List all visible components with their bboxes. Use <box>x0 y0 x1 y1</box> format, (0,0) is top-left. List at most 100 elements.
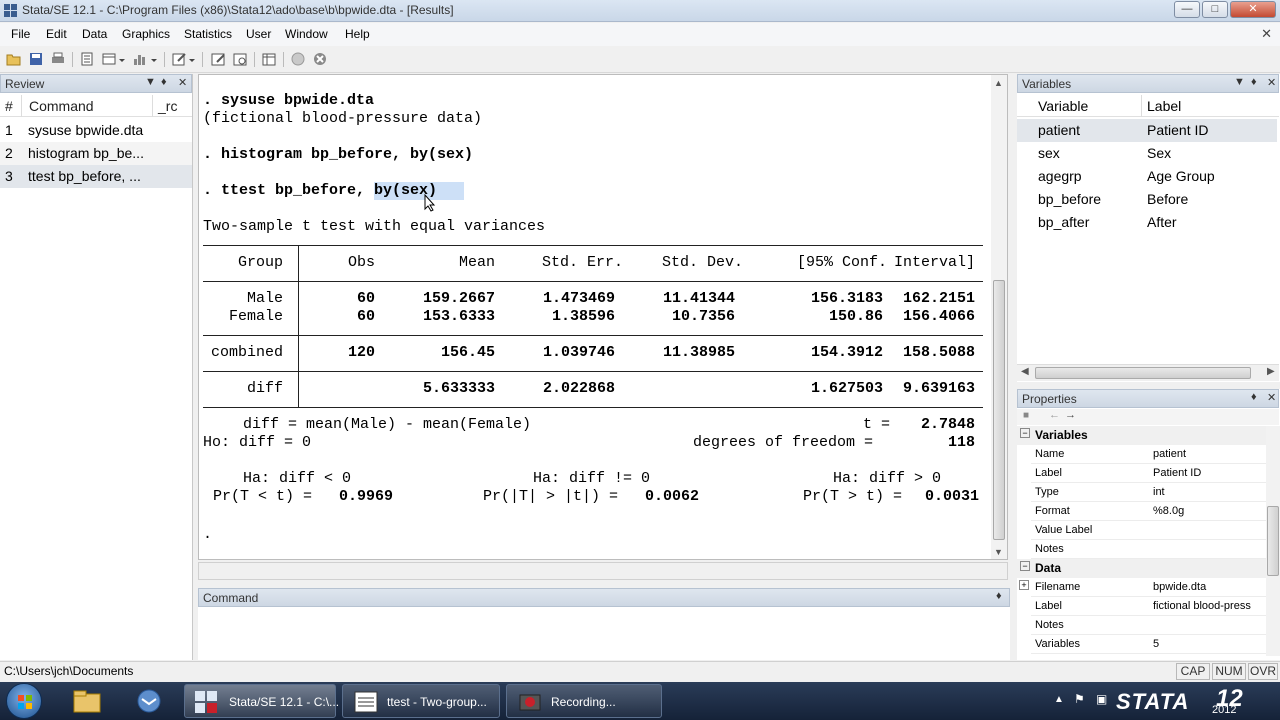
filter-icon[interactable]: ▼ <box>145 76 156 88</box>
menu-help[interactable]: Help <box>345 27 370 41</box>
cell-lo: 156.3183 <box>810 290 883 307</box>
properties-close-icon[interactable]: ✕ <box>1267 391 1276 404</box>
scroll-left-icon[interactable]: ◀ <box>1021 366 1029 377</box>
col-rc[interactable]: _rc <box>158 98 177 114</box>
graph-dropdown-icon[interactable] <box>150 51 158 67</box>
review-row-selected[interactable]: 3 ttest bp_before, ... <box>0 165 192 188</box>
back-icon[interactable]: ← <box>1049 409 1060 421</box>
forward-icon[interactable]: → <box>1065 409 1076 421</box>
cell-sd: 11.41344 <box>662 290 735 307</box>
show-hidden-icons[interactable]: ▲ <box>1054 694 1064 705</box>
viewer-icon[interactable] <box>101 51 117 67</box>
scroll-down-icon[interactable]: ▼ <box>994 547 1003 557</box>
hscroll-thumb[interactable] <box>1035 367 1251 379</box>
task-recording[interactable]: Recording... <box>506 684 662 718</box>
review-row[interactable]: 1 sysuse bpwide.dta <box>0 119 192 142</box>
collapse-icon[interactable]: − <box>1020 428 1030 438</box>
scroll-thumb[interactable] <box>993 280 1005 540</box>
variables-hscroll[interactable]: ◀ ▶ <box>1017 364 1279 381</box>
property-row[interactable]: Value Label <box>1031 521 1279 540</box>
pin-icon[interactable]: ♦ <box>996 590 1002 602</box>
property-row[interactable]: Notes <box>1031 540 1279 559</box>
network-icon[interactable]: ▣ <box>1096 692 1107 706</box>
menu-graphics[interactable]: Graphics <box>122 27 170 41</box>
variable-row-selected[interactable]: patient Patient ID <box>1017 119 1277 142</box>
scroll-thumb[interactable] <box>1267 506 1279 576</box>
maximize-icon[interactable]: □ <box>1202 1 1228 18</box>
system-clock[interactable]: 2012 <box>1212 704 1236 716</box>
menu-data[interactable]: Data <box>82 27 107 41</box>
results-scrollbar[interactable]: ▲ ▼ <box>991 75 1007 559</box>
col-command[interactable]: Command <box>29 98 94 114</box>
scroll-up-icon[interactable]: ▲ <box>994 78 1003 88</box>
property-row[interactable]: Format %8.0g <box>1031 502 1279 521</box>
results-hscroll[interactable] <box>198 562 1008 580</box>
menu-window[interactable]: Window <box>285 27 328 41</box>
data-editor-edit-icon[interactable] <box>210 51 226 67</box>
start-button[interactable] <box>6 683 42 719</box>
property-row[interactable]: Variables 5 <box>1031 635 1279 654</box>
menu-user[interactable]: User <box>246 27 271 41</box>
variable-row[interactable]: bp_after After <box>1017 211 1277 234</box>
save-icon[interactable] <box>28 51 44 67</box>
col-num[interactable]: # <box>5 98 13 114</box>
menu-file[interactable]: File <box>11 27 30 41</box>
data-editor-browse-icon[interactable] <box>232 51 248 67</box>
variable-row[interactable]: agegrp Age Group <box>1017 165 1277 188</box>
close-icon[interactable]: ✕ <box>1230 1 1276 18</box>
filter-icon[interactable]: ▼ <box>1234 76 1245 88</box>
graph-icon[interactable] <box>132 51 148 67</box>
variable-row[interactable]: bp_before Before <box>1017 188 1277 211</box>
recorder-task-icon <box>519 694 541 711</box>
break-icon[interactable] <box>312 51 328 67</box>
property-row[interactable]: Type int <box>1031 483 1279 502</box>
mail-client-icon[interactable] <box>132 686 166 716</box>
print-icon[interactable] <box>50 51 66 67</box>
variables-manager-icon[interactable] <box>261 51 277 67</box>
review-close-icon[interactable]: ✕ <box>178 76 187 89</box>
properties-scrollbar[interactable] <box>1266 426 1280 656</box>
review-row[interactable]: 2 histogram bp_be... <box>0 142 192 165</box>
prop-value: 5 <box>1153 638 1160 650</box>
flag-icon[interactable]: ⚑ <box>1074 692 1085 706</box>
pin-icon[interactable]: ♦ <box>161 76 167 88</box>
minimize-icon[interactable]: — <box>1174 1 1200 18</box>
property-row[interactable]: Notes <box>1031 616 1279 635</box>
lock-icon[interactable]: ■ <box>1023 410 1029 421</box>
results-close-icon[interactable]: ✕ <box>1261 26 1272 42</box>
open-icon[interactable] <box>6 51 22 67</box>
table-header-row: Group Obs Mean Std. Err. Std. Dev. [95% … <box>199 254 999 272</box>
task-ttest-dialog[interactable]: ttest - Two-group... <box>342 684 500 718</box>
variable-row[interactable]: sex Sex <box>1017 142 1277 165</box>
more-icon[interactable] <box>290 51 306 67</box>
property-row[interactable]: Label Patient ID <box>1031 464 1279 483</box>
output-line: (fictional blood-pressure data) <box>203 110 483 127</box>
do-file-editor-icon[interactable] <box>171 51 187 67</box>
menu-edit[interactable]: Edit <box>46 27 67 41</box>
variables-close-icon[interactable]: ✕ <box>1267 76 1276 89</box>
col-label[interactable]: Label <box>1147 98 1181 114</box>
menu-statistics[interactable]: Statistics <box>184 27 232 41</box>
viewer-dropdown-icon[interactable] <box>118 51 126 67</box>
col-variable[interactable]: Variable <box>1038 98 1088 114</box>
ha-greater: Ha: diff > 0 <box>833 470 942 487</box>
editor-dropdown-icon[interactable] <box>188 51 196 67</box>
expand-icon[interactable]: + <box>1019 580 1029 590</box>
caps-indicator: CAP <box>1176 663 1210 680</box>
collapse-icon[interactable]: − <box>1020 561 1030 571</box>
task-stata[interactable]: Stata/SE 12.1 - C:\... <box>184 684 339 718</box>
log-icon[interactable] <box>79 51 95 67</box>
properties-group-data[interactable]: − Data <box>1017 559 1279 578</box>
cell-sd: 10.7356 <box>671 308 735 325</box>
property-row[interactable]: + Filename bpwide.dta <box>1019 578 1279 597</box>
property-row[interactable]: Name patient <box>1031 445 1279 464</box>
review-column-headers: # Command _rc <box>0 95 192 117</box>
scroll-right-icon[interactable]: ▶ <box>1267 366 1275 377</box>
pin-icon[interactable]: ♦ <box>1251 391 1257 403</box>
property-row[interactable]: Label fictional blood-press <box>1031 597 1279 616</box>
command-input[interactable] <box>198 608 1008 658</box>
results-window[interactable]: . sysuse bpwide.dta (fictional blood-pre… <box>198 74 1008 560</box>
properties-group-variables[interactable]: − Variables <box>1017 426 1279 445</box>
pin-icon[interactable]: ♦ <box>1251 76 1257 88</box>
explorer-icon[interactable] <box>70 686 104 716</box>
